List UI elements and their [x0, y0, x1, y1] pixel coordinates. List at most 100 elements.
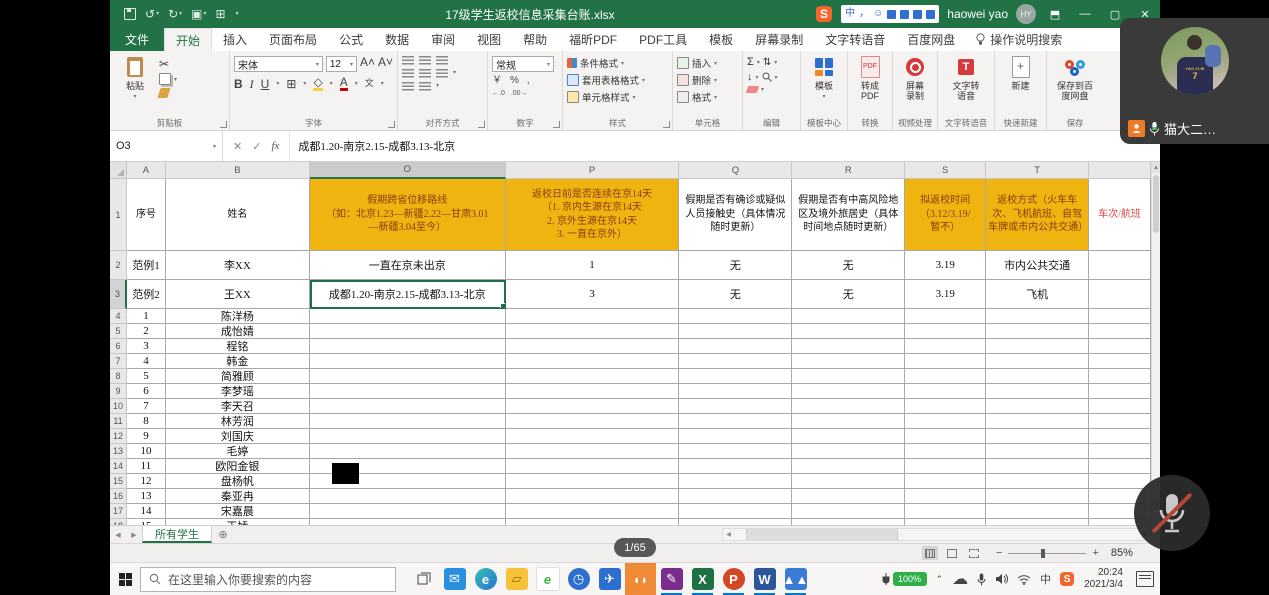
- volume-icon[interactable]: [995, 573, 1008, 585]
- taskbar-search-input[interactable]: 在这里输入你要搜索的内容: [140, 567, 396, 592]
- ribbon-tab-13[interactable]: 屏幕录制: [744, 28, 814, 51]
- cell-R17[interactable]: [792, 504, 905, 519]
- hscroll-thumb[interactable]: [746, 529, 898, 540]
- cell-B4[interactable]: 陈洋杨: [166, 309, 310, 324]
- cell-P4[interactable]: [506, 309, 680, 324]
- ribbon-tab-14[interactable]: 文字转语音: [814, 28, 896, 51]
- cell-P12[interactable]: [506, 429, 680, 444]
- row-header-8[interactable]: 8: [110, 369, 127, 384]
- ribbon-tab-4[interactable]: 页面布局: [258, 28, 328, 51]
- cell-Q11[interactable]: [679, 414, 792, 429]
- clock-app-icon[interactable]: ◷: [563, 563, 594, 595]
- redo-icon[interactable]: ↻▾: [168, 8, 182, 20]
- cell-A12[interactable]: 9: [127, 429, 166, 444]
- align-top-icon[interactable]: [402, 56, 414, 65]
- ribbon-tab-15[interactable]: 百度网盘: [896, 28, 966, 51]
- ime-mic-icon[interactable]: [887, 10, 896, 19]
- column-header-partial[interactable]: [1089, 162, 1151, 179]
- cell-O5[interactable]: [310, 324, 506, 339]
- formula-input[interactable]: 成都1.20-南京2.15-成都3.13-北京: [290, 131, 1160, 161]
- cell-P10[interactable]: [506, 399, 680, 414]
- cell-A13[interactable]: 10: [127, 444, 166, 459]
- row-header-12[interactable]: 12: [110, 429, 127, 444]
- cell-T8[interactable]: [986, 369, 1089, 384]
- start-button[interactable]: [110, 563, 140, 595]
- ime-emoji-icon[interactable]: ☺: [873, 9, 883, 19]
- file-explorer-icon[interactable]: ▱: [501, 563, 532, 595]
- cell-O3[interactable]: 成都1.20-南京2.15-成都3.13-北京: [310, 280, 506, 309]
- autosum-icon[interactable]: Σ: [747, 56, 754, 68]
- vscroll-thumb[interactable]: [1153, 175, 1159, 233]
- insert-function-icon[interactable]: fx: [271, 140, 279, 152]
- cell-S15[interactable]: [905, 474, 986, 489]
- webcam-panel[interactable]: YAO.H.W7 猫大二…: [1120, 18, 1269, 144]
- cell-Q5[interactable]: [679, 324, 792, 339]
- cell-S3[interactable]: 3.19: [905, 280, 986, 309]
- cell-Q12[interactable]: [679, 429, 792, 444]
- cell-Q7[interactable]: [679, 354, 792, 369]
- cell-P14[interactable]: [506, 459, 680, 474]
- name-box[interactable]: O3▾: [110, 131, 223, 161]
- cell-S16[interactable]: [905, 489, 986, 504]
- cell-P2[interactable]: 1: [506, 251, 680, 280]
- cell-P9[interactable]: [506, 384, 680, 399]
- decrease-decimal-icon[interactable]: .00→: [511, 90, 528, 97]
- cell-A4[interactable]: 1: [127, 309, 166, 324]
- cell-T9[interactable]: [986, 384, 1089, 399]
- cell-S13[interactable]: [905, 444, 986, 459]
- ribbon-tab-9[interactable]: 帮助: [512, 28, 558, 51]
- cell-S9[interactable]: [905, 384, 986, 399]
- preview-icon[interactable]: ▣▾: [191, 8, 206, 20]
- cell-A14[interactable]: 11: [127, 459, 166, 474]
- align-right-icon[interactable]: [436, 69, 448, 78]
- to-pdf-button[interactable]: PDF 转成PDF: [852, 56, 888, 116]
- cell-A2[interactable]: 范例1: [127, 251, 166, 280]
- zoom-level[interactable]: 85%: [1111, 547, 1133, 559]
- cell-R9[interactable]: [792, 384, 905, 399]
- undo-icon[interactable]: ↺▾: [145, 8, 159, 20]
- cell-B2[interactable]: 李XX: [166, 251, 310, 280]
- cell-U5[interactable]: [1089, 324, 1151, 339]
- cell-Q16[interactable]: [679, 489, 792, 504]
- row-header-3[interactable]: 3: [110, 280, 127, 309]
- cell-U12[interactable]: [1089, 429, 1151, 444]
- sogou-input-toolbar[interactable]: 中 ， ☺: [841, 5, 939, 23]
- task-view-button[interactable]: [408, 563, 439, 595]
- cell-T17[interactable]: [986, 504, 1089, 519]
- bold-button[interactable]: B: [234, 78, 243, 90]
- insert-cells-button[interactable]: 插入▾: [677, 56, 717, 70]
- cell-B11[interactable]: 林芳润: [166, 414, 310, 429]
- find-select-icon[interactable]: [762, 72, 772, 82]
- borders-icon[interactable]: ⊞: [286, 78, 296, 90]
- cell-A10[interactable]: 7: [127, 399, 166, 414]
- cell-P6[interactable]: [506, 339, 680, 354]
- cell-P16[interactable]: [506, 489, 680, 504]
- zoom-in-icon[interactable]: +: [1092, 547, 1098, 559]
- alignment-dialog-launcher[interactable]: [478, 121, 485, 128]
- cell-S10[interactable]: [905, 399, 986, 414]
- cell-Q9[interactable]: [679, 384, 792, 399]
- cell-O17[interactable]: [310, 504, 506, 519]
- wechat-app-icon[interactable]: ◖◗: [625, 563, 656, 595]
- cell-S17[interactable]: [905, 504, 986, 519]
- cell-R13[interactable]: [792, 444, 905, 459]
- page-layout-view-button[interactable]: [944, 546, 960, 560]
- cell-U14[interactable]: [1089, 459, 1151, 474]
- hscroll-left-icon[interactable]: ◀: [723, 529, 734, 540]
- header-cell[interactable]: 假期是否有中高风险地区及境外旅居史（具体时间地点随时更新）: [792, 179, 905, 251]
- cell-B17[interactable]: 宋嘉晨: [166, 504, 310, 519]
- cell-B5[interactable]: 成怡婧: [166, 324, 310, 339]
- cell-P11[interactable]: [506, 414, 680, 429]
- clipboard-dialog-launcher[interactable]: [220, 121, 227, 128]
- cell-A16[interactable]: 13: [127, 489, 166, 504]
- cell-O2[interactable]: 一直在京未出京: [310, 251, 506, 280]
- header-cell[interactable]: 姓名: [166, 179, 310, 251]
- cell-R11[interactable]: [792, 414, 905, 429]
- ribbon-display-icon[interactable]: ⬒: [1044, 2, 1066, 26]
- increase-decimal-icon[interactable]: ←.0: [492, 90, 505, 97]
- cell-O7[interactable]: [310, 354, 506, 369]
- cell-S12[interactable]: [905, 429, 986, 444]
- cut-icon[interactable]: ✂: [159, 58, 177, 70]
- cloud-app-icon[interactable]: ▲▲: [780, 563, 811, 595]
- sheet-prev-icon[interactable]: ◀: [110, 526, 126, 543]
